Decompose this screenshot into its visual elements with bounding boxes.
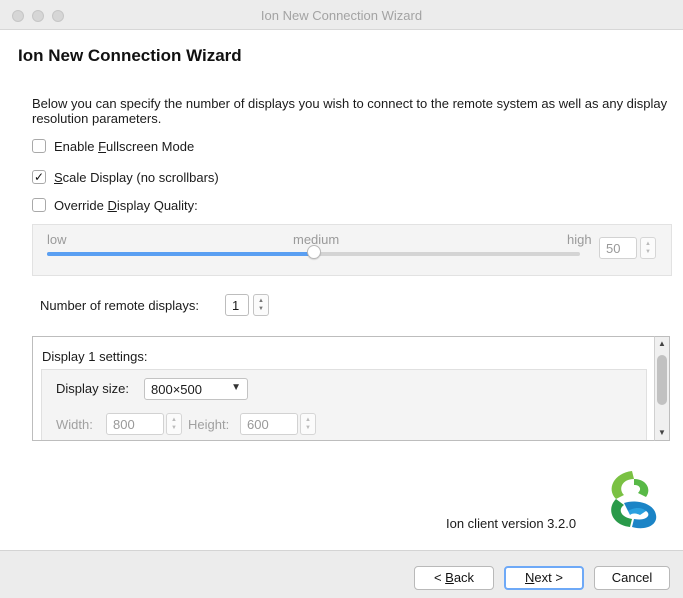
override-quality-option[interactable]: ✓ Override Display Quality: <box>32 197 198 213</box>
stepper-up-icon: ▲ <box>305 417 311 423</box>
fullscreen-option[interactable]: ✓ Enable Fullscreen Mode <box>32 138 194 154</box>
next-button[interactable]: Next > <box>504 566 584 590</box>
fullscreen-checkbox[interactable]: ✓ <box>32 139 46 153</box>
stepper-down-icon: ▼ <box>258 306 264 312</box>
stepper-down-icon: ▼ <box>171 425 177 431</box>
width-label: Width: <box>56 417 93 432</box>
display-settings-panel: Display size: 800×500 ▼ Width: 800 ▲ ▼ H… <box>41 369 647 440</box>
stepper-up-icon: ▲ <box>171 417 177 423</box>
scroll-up-icon[interactable]: ▲ <box>655 337 669 351</box>
width-field[interactable]: 800 <box>106 413 164 435</box>
ion-logo-icon <box>611 471 657 529</box>
scale-display-option[interactable]: ✓ Scale Display (no scrollbars) <box>32 169 219 185</box>
display-settings-area: Display 1 settings: Display size: 800×50… <box>32 336 670 441</box>
stepper-up-icon: ▲ <box>258 298 264 304</box>
title-bar: Ion New Connection Wizard <box>0 0 683 30</box>
displays-count-stepper[interactable]: ▲ ▼ <box>253 294 269 316</box>
dropdown-arrow-icon: ▼ <box>231 382 241 393</box>
settings-scrollbar[interactable]: ▲ ▼ <box>654 336 670 441</box>
display-size-value: 800×500 <box>151 382 202 397</box>
quality-value-field[interactable]: 50 <box>599 237 637 259</box>
window-title: Ion New Connection Wizard <box>260 8 423 23</box>
fullscreen-label: Enable Fullscreen Mode <box>54 138 195 154</box>
scroll-down-icon[interactable]: ▼ <box>655 426 669 440</box>
override-quality-checkbox[interactable]: ✓ <box>32 198 46 212</box>
wizard-heading: Ion New Connection Wizard <box>18 46 242 65</box>
width-stepper[interactable]: ▲ ▼ <box>166 413 182 435</box>
stepper-down-icon: ▼ <box>645 249 651 255</box>
height-stepper[interactable]: ▲ ▼ <box>300 413 316 435</box>
cancel-button[interactable]: Cancel <box>594 566 670 590</box>
scale-display-label: Scale Display (no scrollbars) <box>54 169 219 185</box>
intro-text: Below you can specify the number of disp… <box>32 96 668 126</box>
quality-low-label: low <box>47 232 67 247</box>
scrollbar-thumb[interactable] <box>657 355 667 405</box>
height-field[interactable]: 600 <box>240 413 298 435</box>
quality-slider-handle[interactable] <box>306 245 321 259</box>
display-settings-title: Display 1 settings: <box>42 349 148 364</box>
displays-count-label: Number of remote displays: <box>40 298 199 313</box>
stepper-down-icon: ▼ <box>305 425 311 431</box>
display-size-label: Display size: <box>56 381 129 396</box>
height-label: Height: <box>188 417 230 432</box>
quality-high-label: high <box>567 232 592 247</box>
display-size-select[interactable]: 800×500 ▼ <box>144 378 248 400</box>
back-button[interactable]: < Back <box>414 566 494 590</box>
quality-stepper[interactable]: ▲ ▼ <box>640 237 656 259</box>
quality-panel: low medium high 50 ▲ ▼ <box>32 224 672 276</box>
quality-slider-fill <box>47 252 314 256</box>
scale-display-checkbox[interactable]: ✓ <box>32 170 46 184</box>
displays-count-field[interactable]: 1 <box>225 294 249 316</box>
override-quality-label: Override Display Quality: <box>54 197 198 213</box>
client-version: Ion client version 3.2.0 <box>446 516 577 531</box>
scale-display-checkmark-icon: ✓ <box>33 170 45 184</box>
stepper-up-icon: ▲ <box>645 241 651 247</box>
